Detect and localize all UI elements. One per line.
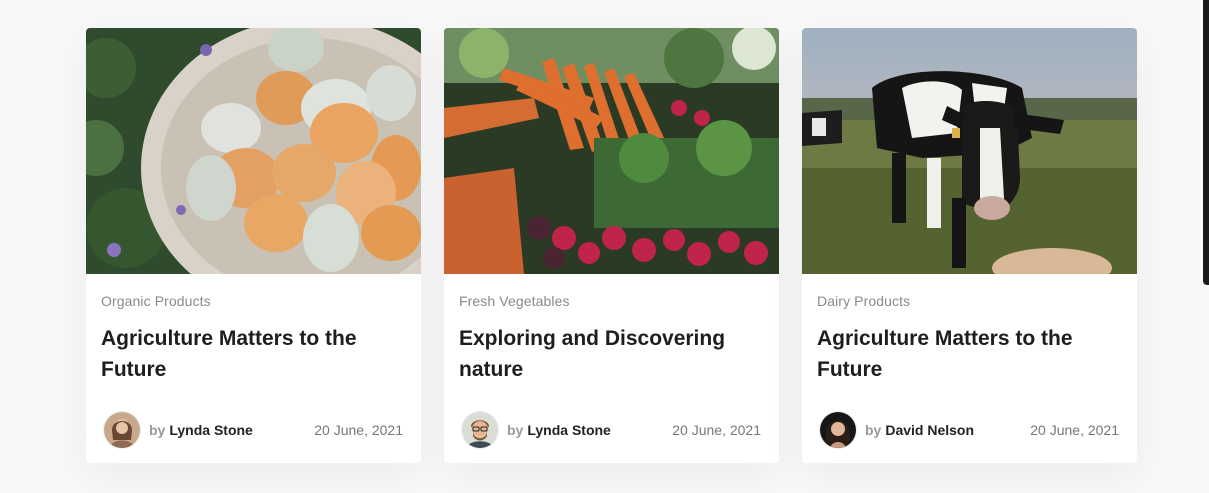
author-name-text[interactable]: Lynda Stone — [527, 422, 611, 438]
author-name-text[interactable]: David Nelson — [885, 422, 974, 438]
card-meta: by David Nelson 20 June, 2021 — [820, 411, 1119, 449]
post-date: 20 June, 2021 — [314, 422, 403, 438]
card-meta: by Lynda Stone 20 June, 2021 — [462, 411, 761, 449]
dairy-cow-image[interactable] — [802, 28, 1137, 274]
author-prefix: by — [149, 422, 166, 438]
card-title[interactable]: Agriculture Matters to the Future — [101, 323, 403, 385]
card-meta: by Lynda Stone 20 June, 2021 — [104, 411, 403, 449]
author-avatar[interactable] — [104, 412, 140, 448]
scrollbar[interactable] — [1203, 0, 1209, 285]
post-date: 20 June, 2021 — [672, 422, 761, 438]
blog-cards: Organic Products Agriculture Matters to … — [86, 28, 1137, 463]
author-name[interactable]: by Lynda Stone — [507, 422, 611, 438]
card-title[interactable]: Exploring and Discovering nature — [459, 323, 761, 385]
blog-card[interactable]: Fresh Vegetables Exploring and Discoveri… — [444, 28, 779, 463]
author-avatar[interactable] — [820, 412, 856, 448]
blog-card[interactable]: Dairy Products Agriculture Matters to th… — [802, 28, 1137, 463]
author-prefix: by — [865, 422, 882, 438]
author-name-text[interactable]: Lynda Stone — [169, 422, 253, 438]
blog-card[interactable]: Organic Products Agriculture Matters to … — [86, 28, 421, 463]
author-avatar[interactable] — [462, 412, 498, 448]
card-category[interactable]: Organic Products — [101, 293, 403, 309]
author-name[interactable]: by Lynda Stone — [149, 422, 253, 438]
eggs-in-basket-image[interactable] — [86, 28, 421, 274]
post-date: 20 June, 2021 — [1030, 422, 1119, 438]
author-prefix: by — [507, 422, 524, 438]
card-category[interactable]: Fresh Vegetables — [459, 293, 761, 309]
carrots-and-radishes-image[interactable] — [444, 28, 779, 274]
card-category[interactable]: Dairy Products — [817, 293, 1119, 309]
card-title[interactable]: Agriculture Matters to the Future — [817, 323, 1119, 385]
author-name[interactable]: by David Nelson — [865, 422, 974, 438]
blog-section: Organic Products Agriculture Matters to … — [0, 0, 1209, 493]
